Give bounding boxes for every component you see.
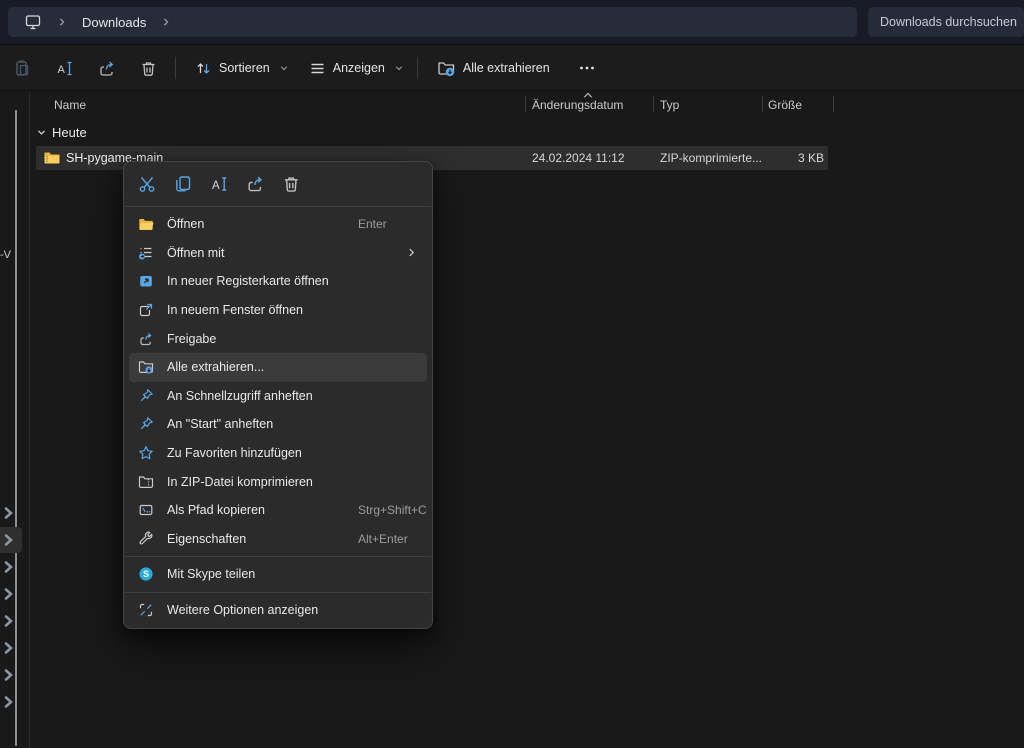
chevron-down-icon [279,63,289,73]
toolbar-divider [175,57,176,79]
group-header-today[interactable]: Heute [30,122,87,142]
chevron-right-icon [48,17,76,27]
menu-item-pin-start[interactable]: An "Start" anheften [129,410,427,439]
chevron-down-icon[interactable] [30,127,52,138]
copy-icon[interactable] [172,173,194,195]
menu-separator [125,206,431,207]
tree-expand-chevron-icon[interactable] [1,586,17,602]
menu-item-share[interactable]: Freigabe [129,324,427,353]
cut-icon[interactable] [136,173,158,195]
extract-all-button[interactable]: Alle extrahieren [427,51,560,85]
file-type: ZIP-komprimierte... [660,151,762,165]
column-divider[interactable] [762,96,763,112]
extract-all-label: Alle extrahieren [463,61,550,75]
zip-folder-outline-icon [138,474,154,490]
nav-item-label-fragment: -V [0,249,11,261]
folder-open-icon [138,216,154,232]
column-divider[interactable] [653,96,654,112]
tree-expand-chevron-icon[interactable] [1,640,17,656]
address-bar[interactable]: Downloads [8,7,857,37]
toolbar-divider [417,57,418,79]
menu-item-open[interactable]: Öffnen Enter [129,210,427,239]
rename-button[interactable]: A [46,51,82,85]
column-header-size[interactable]: Größe [768,98,802,112]
column-divider[interactable] [525,96,526,112]
menu-item-open-new-tab[interactable]: In neuer Registerkarte öffnen [129,267,427,296]
menu-separator [125,556,431,557]
skype-icon: S [138,566,154,582]
paste-button[interactable] [4,51,40,85]
group-label: Heute [52,125,87,140]
explorer-window: Downloads Downloads durchsuchen A Sortie… [0,0,1024,748]
view-button-label: Anzeigen [333,61,385,75]
menu-item-share-skype[interactable]: S Mit Skype teilen [129,560,427,589]
view-button[interactable]: Anzeigen [299,51,414,85]
svg-text:A: A [57,64,65,76]
share-icon[interactable] [244,173,266,195]
menu-item-compress-zip[interactable]: In ZIP-Datei komprimieren [129,467,427,496]
svg-text:A: A [212,180,220,192]
menu-separator [125,592,431,593]
tree-expand-chevron-icon[interactable] [1,694,17,710]
more-options-button[interactable] [570,51,604,85]
menu-item-copy-as-path[interactable]: Als Pfad kopieren Strg+Shift+C [129,496,427,525]
extract-all-icon [138,359,154,375]
menu-item-add-favorites[interactable]: Zu Favoriten hinzufügen [129,439,427,468]
show-more-options-icon [138,602,154,618]
file-size: 3 KB [798,151,824,165]
breadcrumb-downloads[interactable]: Downloads [76,15,152,30]
file-modified-date: 24.02.2024 11:12 [532,151,625,165]
context-menu: A Öffnen Enter Öffnen mit In neuer Regis… [123,161,433,629]
menu-item-extract-all[interactable]: Alle extrahieren... [129,353,427,382]
pin-icon [138,416,154,432]
column-divider[interactable] [833,96,834,112]
column-header-name[interactable]: Name [54,98,86,112]
submenu-chevron-icon [406,247,417,258]
menu-item-show-more-options[interactable]: Weitere Optionen anzeigen [129,596,427,625]
menu-item-open-new-window[interactable]: In neuem Fenster öffnen [129,296,427,325]
tree-expand-chevron-icon[interactable] [1,613,17,629]
pin-icon [138,388,154,404]
delete-button[interactable] [130,51,166,85]
open-with-icon [138,245,154,261]
open-in-tab-icon [138,273,154,289]
star-icon [138,445,154,461]
chevron-right-icon[interactable] [152,17,180,27]
wrench-icon [138,531,154,547]
menu-item-open-with[interactable]: Öffnen mit [129,239,427,268]
open-in-window-icon [138,302,154,318]
zip-folder-icon [43,149,61,167]
delete-icon[interactable] [280,173,302,195]
sort-button-label: Sortieren [219,61,270,75]
rename-icon[interactable]: A [208,173,230,195]
svg-text:S: S [143,570,149,580]
menu-item-pin-quick-access[interactable]: An Schnellzugriff anheften [129,382,427,411]
tree-expand-chevron-icon[interactable] [1,559,17,575]
tree-expand-chevron-icon[interactable] [1,532,17,548]
share-icon [138,331,154,347]
tree-expand-chevron-icon[interactable] [1,505,17,521]
title-bar: Downloads Downloads durchsuchen [0,0,1024,45]
context-menu-quick-actions: A [124,165,432,203]
column-header-modified[interactable]: Änderungsdatum [532,98,623,112]
tree-expand-chevron-icon[interactable] [1,667,17,683]
chevron-down-icon [394,63,404,73]
copy-path-icon [138,502,154,518]
search-input[interactable]: Downloads durchsuchen [868,7,1024,37]
share-button[interactable] [88,51,124,85]
column-header-type[interactable]: Typ [660,98,679,112]
navigation-pane: -V [0,91,29,748]
command-toolbar: A Sortieren Anzeigen Alle extrahieren [0,46,1024,91]
sort-button[interactable]: Sortieren [185,51,299,85]
this-pc-icon[interactable] [18,13,48,31]
menu-item-properties[interactable]: Eigenschaften Alt+Enter [129,525,427,554]
